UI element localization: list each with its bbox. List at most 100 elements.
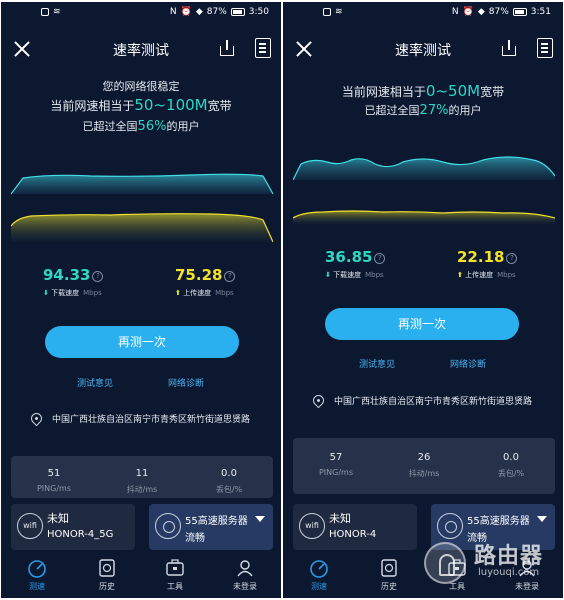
battery-percent: 87%	[488, 7, 509, 17]
jitter-stat: 26 抖动/ms	[384, 452, 464, 479]
feedback-link[interactable]: 测试意见	[359, 357, 395, 370]
bandwidth-prefix: 当前网速相当于	[341, 85, 426, 99]
tab-label: 未登录	[233, 582, 257, 591]
upload-speed: 75.28? ⬆ 上传速度 Mbps	[175, 266, 281, 298]
page-title: 速率测试	[113, 43, 169, 59]
diagnose-link[interactable]: 网络诊断	[450, 357, 486, 370]
speed-waveform	[11, 173, 273, 243]
location-text: 中国广西壮族自治区南宁市青秀区新竹街道思贤路	[52, 415, 251, 425]
loss-stat: 0.0 丢包/%	[189, 468, 269, 495]
phone-screen-left: ≋ N ⏰ ◆ 87% 3:50 速率测试 您的网络很稳定 当前网速相当于50~…	[1, 2, 281, 598]
tab-label: 测速	[29, 582, 45, 591]
status-bar: ≋ N ⏰ ◆ 87% 3:50	[1, 2, 281, 24]
bandwidth-prefix: 当前网速相当于	[50, 99, 135, 113]
location-row: 中国广西壮族自治区南宁市青秀区新竹街道思贤路	[310, 392, 533, 409]
location-status-icon: ◆	[195, 7, 203, 17]
tab-tools[interactable]: 工具	[147, 558, 203, 592]
jitter-label: 抖动/ms	[126, 485, 158, 494]
ping-label: PING/ms	[36, 484, 72, 493]
upload-speed: 22.18? ⬆ 上传速度 Mbps	[457, 248, 563, 280]
wifi-icon: wifi	[299, 513, 325, 539]
tab-speedtest[interactable]: 测速	[9, 558, 65, 592]
diagnose-link[interactable]: 网络诊断	[168, 376, 204, 389]
tab-label: 工具	[167, 582, 183, 591]
share-button[interactable]	[499, 38, 519, 58]
jitter-value: 26	[417, 452, 431, 463]
tab-history[interactable]: 历史	[79, 558, 135, 592]
ping-value: 51	[47, 468, 61, 479]
loss-value: 0.0	[221, 468, 237, 479]
speedometer-icon	[27, 558, 47, 578]
report-button[interactable]	[537, 38, 553, 58]
download-label: 下载速度	[333, 271, 362, 279]
upload-value: 75.28	[175, 266, 223, 284]
loss-label: 丢包/%	[215, 485, 243, 494]
server-name: 55高速服务器	[185, 516, 248, 527]
notification-icon	[323, 8, 331, 16]
network-stats: 57 PING/ms 26 抖动/ms 0.0 丢包/%	[293, 438, 555, 494]
location-pin-icon	[28, 410, 45, 427]
wifi-card[interactable]: wifi 未知 HONOR-4_5G	[11, 504, 135, 550]
location-status-icon: ◆	[477, 7, 485, 17]
phone-screen-right: ≋ N ⏰ ◆ 87% 3:51 速率测试 当前网速相当于0~50M宽带 已超过…	[283, 2, 563, 598]
ranking-prefix: 已超过全国	[364, 104, 420, 117]
help-icon[interactable]: ?	[224, 271, 236, 282]
wifi-name: 未知	[47, 512, 69, 525]
download-value: 36.85	[325, 248, 373, 266]
upload-wave	[11, 213, 273, 242]
download-arrow-icon: ⬇	[325, 271, 331, 279]
bottom-tab-bar: 测速 历史 工具 未登录	[1, 554, 281, 598]
history-icon	[97, 558, 117, 578]
ping-stat: 51 PING/ms	[14, 468, 94, 493]
download-arrow-icon: ⬇	[43, 289, 49, 297]
download-wave	[11, 174, 273, 194]
screenshot-comparison: ≋ N ⏰ ◆ 87% 3:50 速率测试 您的网络很稳定 当前网速相当于50~…	[0, 0, 564, 600]
feedback-link[interactable]: 测试意见	[77, 376, 113, 389]
dropdown-caret-icon	[255, 516, 265, 522]
download-value: 94.33	[43, 266, 91, 284]
help-icon[interactable]: ?	[506, 253, 518, 264]
bandwidth-text: 当前网速相当于0~50M宽带	[283, 82, 563, 100]
tab-profile[interactable]: 未登录	[217, 558, 273, 592]
ranking-suffix: 的用户	[166, 120, 200, 133]
tab-speedtest[interactable]: 测速	[291, 558, 347, 592]
wifi-name: 未知	[329, 512, 351, 525]
network-stats: 51 PING/ms 11 抖动/ms 0.0 丢包/%	[11, 456, 273, 498]
battery-percent: 87%	[206, 7, 227, 17]
ranking-suffix: 的用户	[448, 104, 482, 117]
location-text: 中国广西壮族自治区南宁市青秀区新竹街道思贤路	[334, 397, 533, 407]
download-speed: 36.85? ⬇ 下载速度 Mbps	[325, 248, 435, 280]
help-icon[interactable]: ?	[92, 271, 104, 282]
report-button[interactable]	[255, 38, 271, 58]
upload-arrow-icon: ⬆	[175, 289, 181, 297]
alarm-icon: ⏰	[462, 7, 474, 17]
loss-label: 丢包/%	[497, 469, 525, 478]
globe-icon	[437, 513, 463, 539]
ranking-text: 已超过全国27%的用户	[283, 102, 563, 118]
speedometer-icon	[309, 558, 329, 578]
server-status: 流畅	[185, 533, 205, 544]
ranking-text: 已超过全国56%的用户	[1, 118, 281, 134]
bandwidth-suffix: 宽带	[207, 99, 232, 113]
bandwidth-text: 当前网速相当于50~100M宽带	[1, 96, 281, 114]
upload-label: 上传速度	[183, 289, 212, 297]
tab-history[interactable]: 历史	[361, 558, 417, 592]
speed-waveform	[293, 156, 555, 224]
retest-button[interactable]: 再测一次	[45, 326, 239, 358]
download-speed: 94.33? ⬇ 下载速度 Mbps	[43, 266, 153, 298]
server-selector[interactable]: 55高速服务器 流畅	[149, 504, 273, 550]
wifi-card[interactable]: wifi 未知 HONOR-4	[293, 504, 417, 550]
download-unit: Mbps	[365, 271, 384, 279]
nfc-icon: N	[451, 7, 459, 17]
server-name: 55高速服务器	[467, 516, 530, 527]
wifi-status-icon: ≋	[53, 7, 61, 17]
dropdown-caret-icon	[537, 516, 547, 522]
wifi-ssid: HONOR-4	[329, 529, 377, 540]
notification-icon	[41, 8, 49, 16]
download-wave	[293, 157, 555, 180]
share-button[interactable]	[217, 38, 237, 58]
watermark-url: luyouqi.com	[478, 567, 540, 578]
retest-button[interactable]: 再测一次	[325, 308, 519, 340]
help-icon[interactable]: ?	[374, 253, 386, 264]
download-unit: Mbps	[83, 289, 102, 297]
